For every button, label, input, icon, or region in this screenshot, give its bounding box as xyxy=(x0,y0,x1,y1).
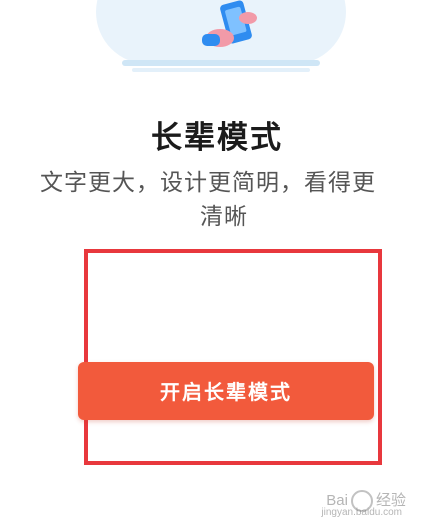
phone-in-hand-illustration xyxy=(96,0,346,72)
elder-mode-page: 长辈模式 文字更大，设计更简明，看得更 清晰 开启长辈模式 Bai 经验 jing… xyxy=(0,0,434,526)
watermark-url: jingyan.baidu.com xyxy=(321,506,402,518)
feature-description: 文字更大，设计更简明，看得更 清晰 xyxy=(40,166,420,234)
baidu-watermark: Bai 经验 jingyan.baidu.com xyxy=(321,489,406,518)
page-title: 长辈模式 xyxy=(151,120,283,156)
description-line-2: 清晰 xyxy=(200,204,248,230)
highlight-annotation-box xyxy=(84,249,382,465)
enable-elder-mode-button[interactable]: 开启长辈模式 xyxy=(78,362,374,420)
description-line-1: 文字更大，设计更简明，看得更 xyxy=(40,170,376,196)
